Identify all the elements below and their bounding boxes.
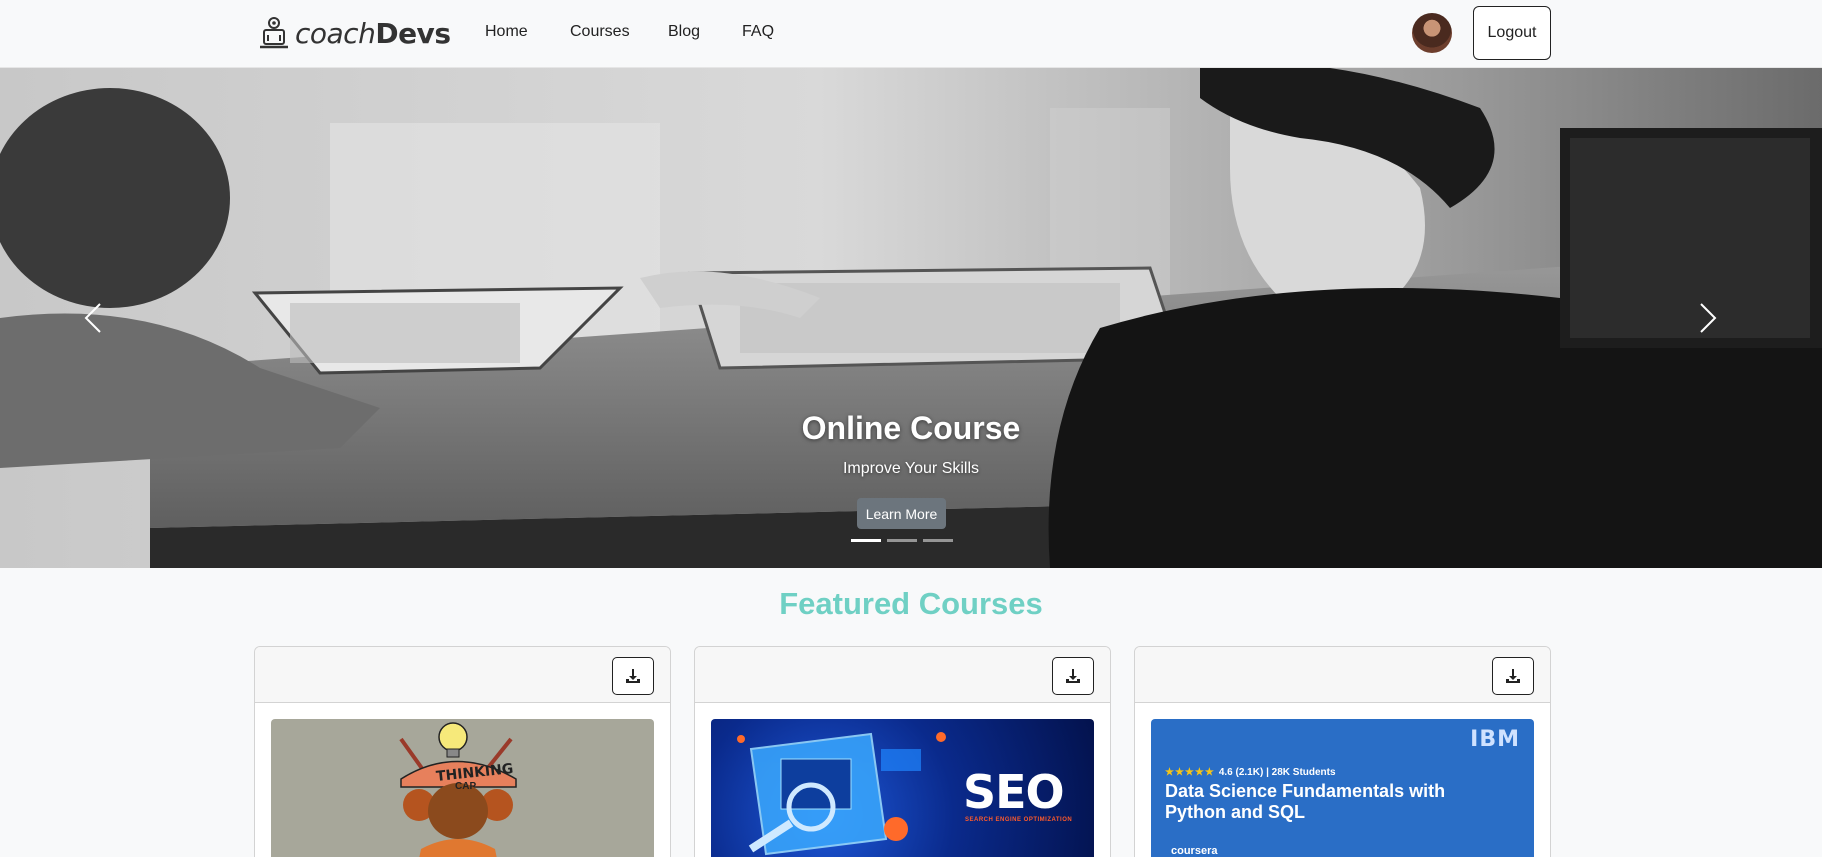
course-image-text: SEO	[963, 765, 1065, 819]
download-button[interactable]	[1492, 657, 1534, 695]
download-button[interactable]	[1052, 657, 1094, 695]
logout-button[interactable]: Logout	[1473, 6, 1551, 60]
user-avatar[interactable]	[1412, 13, 1452, 53]
nav-blog[interactable]: Blog	[668, 23, 700, 41]
course-card: SEO SEARCH ENGINE OPTIMIZATION	[694, 646, 1111, 857]
ibm-logo: IBM	[1470, 727, 1520, 752]
download-icon	[1066, 669, 1080, 683]
hero-title: Online Course	[801, 410, 1021, 446]
download-button[interactable]	[612, 657, 654, 695]
carousel-prev-button[interactable]	[73, 293, 113, 343]
hero-subtitle: Improve Your Skills	[842, 460, 980, 477]
carousel-indicator-2[interactable]	[887, 539, 917, 542]
download-icon	[1506, 669, 1520, 683]
card-header	[1135, 647, 1550, 703]
learn-more-button[interactable]: Learn More	[857, 498, 946, 529]
nav-courses[interactable]: Courses	[570, 23, 630, 41]
chevron-right-icon	[1700, 303, 1717, 333]
course-image[interactable]: SEO SEARCH ENGINE OPTIMIZATION	[711, 719, 1094, 857]
card-header	[695, 647, 1110, 703]
nav-faq[interactable]: FAQ	[742, 23, 774, 41]
navbar: coachDevs Home Courses Blog FAQ Logout	[0, 0, 1822, 68]
brand-name-part2: Devs	[375, 16, 451, 50]
course-image[interactable]: THINKING CAP	[271, 719, 654, 857]
course-image-subtext: SEARCH ENGINE OPTIMIZATION	[965, 817, 1073, 823]
course-image[interactable]: IBM ★★★★★ 4.6 (2.1K) | 28K Students Data …	[1151, 719, 1534, 857]
coursera-logo: coursera	[1171, 845, 1218, 857]
course-rating-text: 4.6 (2.1K) | 28K Students	[1218, 767, 1336, 778]
course-card: THINKING CAP	[254, 646, 671, 857]
featured-courses-title: Featured Courses	[779, 586, 1043, 621]
nav-home[interactable]: Home	[485, 23, 528, 41]
chevron-left-icon	[84, 303, 101, 333]
star-rating-icon: ★★★★★	[1165, 767, 1215, 778]
hero-carousel: Online Course Improve Your Skills Learn …	[0, 68, 1822, 568]
download-icon	[626, 669, 640, 683]
course-rating: ★★★★★ 4.6 (2.1K) | 28K Students	[1165, 767, 1336, 778]
card-header	[255, 647, 670, 703]
course-title: Data Science Fundamentals with Python an…	[1165, 781, 1446, 822]
course-card: IBM ★★★★★ 4.6 (2.1K) | 28K Students Data …	[1134, 646, 1551, 857]
course-image-subtext: CAP	[455, 781, 477, 792]
logo-icon	[260, 17, 288, 49]
carousel-indicator-3[interactable]	[923, 539, 953, 542]
brand-name-part1: coach	[295, 16, 376, 50]
hero-image	[0, 68, 1822, 568]
brand-logo[interactable]: coachDevs	[257, 14, 451, 52]
carousel-indicator-1[interactable]	[851, 539, 881, 542]
carousel-next-button[interactable]	[1688, 293, 1728, 343]
